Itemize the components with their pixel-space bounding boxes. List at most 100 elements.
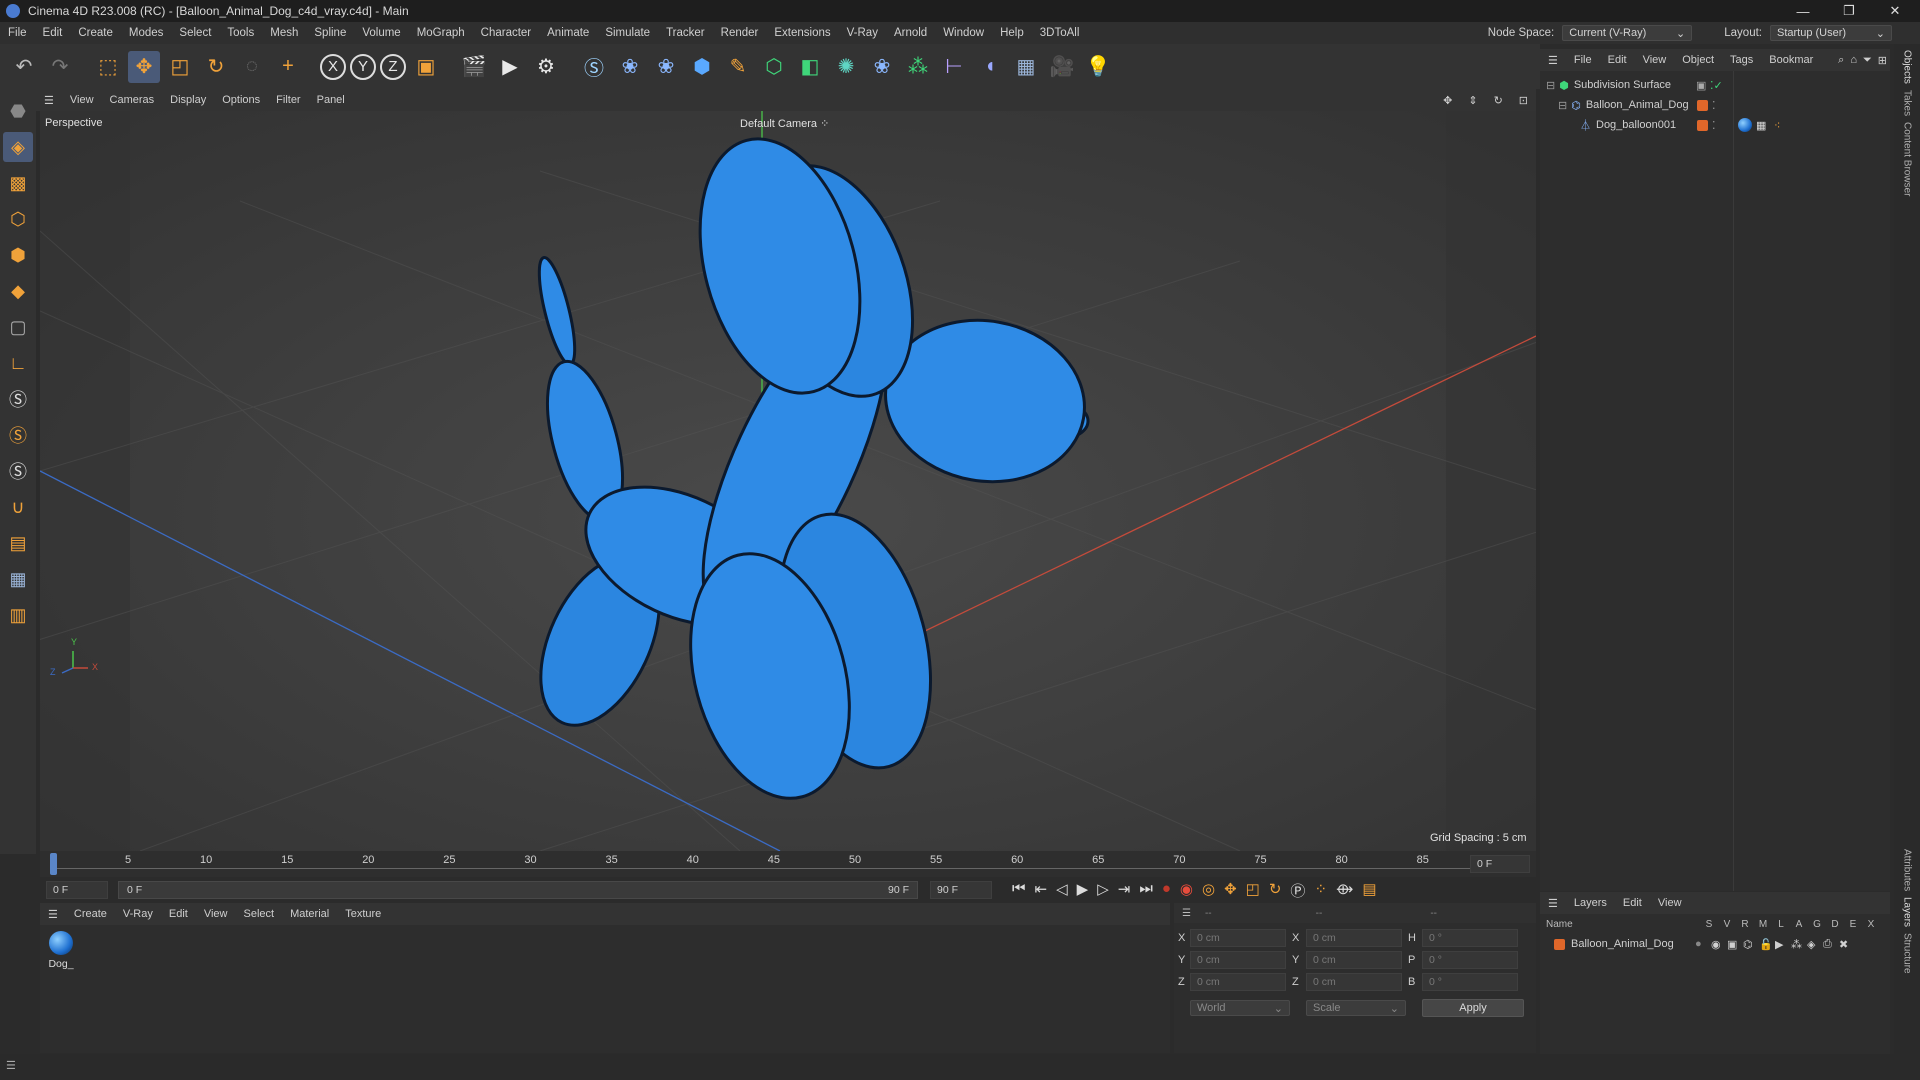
coordinate-space-dropdown[interactable]: World ⌄	[1190, 1000, 1290, 1016]
key-param-icon[interactable]: Ⓟ	[1290, 880, 1305, 900]
y-axis-lock-icon[interactable]: Y	[350, 53, 376, 80]
object-row[interactable]: ⊟ ⌬ Balloon_Animal_Dog ⁚	[1540, 95, 1890, 115]
menu-spline[interactable]: Spline	[306, 27, 354, 39]
hamburger-menu-icon[interactable]: ☰	[1540, 54, 1566, 67]
preview-range-slider[interactable]: 0 F 90 F	[118, 881, 918, 899]
menu-window[interactable]: Window	[935, 27, 992, 39]
model-mode-icon[interactable]: ◈	[3, 132, 33, 162]
python-script-icon[interactable]: ❀	[614, 51, 646, 83]
transfer-tool-icon[interactable]: +	[272, 51, 304, 83]
material-menu-material[interactable]: Material	[282, 908, 337, 920]
visibility-dots-icon[interactable]: ⁚	[1712, 99, 1716, 112]
edges-mode-icon[interactable]: ⬢	[3, 240, 33, 270]
object-menu-edit[interactable]: Edit	[1600, 54, 1635, 66]
go-to-end-icon[interactable]: ⏭	[1139, 880, 1153, 900]
viewport-menu-filter[interactable]: Filter	[268, 94, 308, 106]
object-menu-object[interactable]: Object	[1674, 54, 1722, 66]
menu-tools[interactable]: Tools	[219, 27, 262, 39]
visibility-dots-icon[interactable]: ⁚	[1712, 119, 1716, 132]
axis-mode-icon[interactable]: ∟	[3, 348, 33, 378]
menu-vray[interactable]: V-Ray	[839, 27, 886, 39]
deformers-toggle-icon[interactable]: ◈	[1807, 938, 1823, 951]
extrude-icon[interactable]: ◧	[794, 51, 826, 83]
points-mode-icon[interactable]: ⬡	[3, 204, 33, 234]
tab-content-browser[interactable]: Content Browser	[1902, 122, 1913, 196]
render-view-icon[interactable]: 🎬	[458, 51, 490, 83]
viewport-menu-display[interactable]: Display	[162, 94, 214, 106]
material-menu-create[interactable]: Create	[66, 908, 115, 920]
object-menu-file[interactable]: File	[1566, 54, 1600, 66]
filter-icon[interactable]: ⏷	[1860, 54, 1875, 67]
deformer-icon[interactable]: ⊢	[938, 51, 970, 83]
object-row[interactable]: ⏃ Dog_balloon001 ⁚ ▦ ⁖	[1540, 115, 1890, 135]
keyframe-selection-icon[interactable]: ◎	[1202, 880, 1215, 900]
object-row[interactable]: ⊟ ⬢ Subdivision Surface ▣ ⁚✓	[1540, 75, 1890, 95]
recent-tools-icon[interactable]: ◌	[236, 51, 268, 83]
menu-volume[interactable]: Volume	[354, 27, 408, 39]
new-window-icon[interactable]: ⊞	[1875, 54, 1890, 67]
position-z-field[interactable]: 0 cm	[1190, 973, 1286, 991]
size-z-field[interactable]: 0 cm	[1306, 973, 1402, 991]
rotation-p-field[interactable]: 0 °	[1422, 951, 1518, 969]
locked-workplane-icon[interactable]: ▥	[3, 600, 33, 630]
hamburger-menu-icon[interactable]: ☰	[1182, 908, 1191, 919]
move-tool-icon[interactable]: ✥	[128, 50, 160, 83]
record-active-icon[interactable]: ●	[1162, 880, 1171, 900]
rotation-h-field[interactable]: 0 °	[1422, 929, 1518, 947]
camera-label[interactable]: Default Camera ⁘	[740, 117, 829, 130]
phong-tag-icon[interactable]: ⁖	[1774, 119, 1780, 132]
3d-viewport[interactable]: Perspective Default Camera ⁘ Grid Spacin…	[40, 111, 1536, 851]
uvw-tag-icon[interactable]: ▦	[1756, 119, 1766, 132]
menu-edit[interactable]: Edit	[35, 27, 71, 39]
python-generator-icon[interactable]: ❀	[866, 51, 898, 83]
light-icon[interactable]: 💡	[1082, 51, 1114, 83]
undo-icon[interactable]: ↶	[8, 51, 40, 83]
menu-select[interactable]: Select	[171, 27, 219, 39]
viewport-menu-view[interactable]: View	[62, 94, 102, 106]
size-y-field[interactable]: 0 cm	[1306, 951, 1402, 969]
render-picture-viewer-icon[interactable]: ▶	[494, 51, 526, 83]
collapse-icon[interactable]: ⊟	[1558, 99, 1567, 112]
camera-icon[interactable]: 🎥	[1046, 51, 1078, 83]
layer-menu-view[interactable]: View	[1650, 897, 1690, 909]
material-menu-texture[interactable]: Texture	[337, 908, 389, 920]
grid-icon[interactable]: ▦	[3, 564, 33, 594]
z-axis-lock-icon[interactable]: Z	[380, 53, 406, 80]
cloner-icon[interactable]: ✺	[830, 51, 862, 83]
menu-help[interactable]: Help	[992, 27, 1032, 39]
coordinate-system-icon[interactable]: ▣	[410, 51, 442, 83]
menu-render[interactable]: Render	[713, 27, 767, 39]
uv-mode-icon[interactable]: ▢	[3, 312, 33, 342]
maximize-view-icon[interactable]: ⊡	[1511, 94, 1536, 107]
pan-view-icon[interactable]: ✥	[1435, 94, 1460, 107]
mograph-icon[interactable]: ⁂	[902, 51, 934, 83]
restore-button[interactable]: ❐	[1826, 0, 1872, 22]
tab-attributes[interactable]: Attributes	[1902, 849, 1913, 891]
render-settings-icon[interactable]: ⚙	[530, 51, 562, 83]
layer-color-swatch[interactable]	[1697, 99, 1708, 111]
next-frame-icon[interactable]: ▷	[1097, 880, 1109, 900]
viewport-menu-cameras[interactable]: Cameras	[102, 94, 163, 106]
polygons-mode-icon[interactable]: ◆	[3, 276, 33, 306]
position-x-field[interactable]: 0 cm	[1190, 929, 1286, 947]
size-x-field[interactable]: 0 cm	[1306, 929, 1402, 947]
layer-menu-layers[interactable]: Layers	[1566, 897, 1615, 909]
redo-icon[interactable]: ↷	[44, 51, 76, 83]
material-tag-icon[interactable]	[1738, 118, 1752, 132]
key-position-icon[interactable]: ✥	[1224, 880, 1237, 900]
next-key-icon[interactable]: ⇥	[1118, 880, 1131, 900]
layer-color-swatch[interactable]	[1697, 119, 1708, 131]
start-frame-field[interactable]: 0 F	[46, 881, 108, 899]
animation-toggle-icon[interactable]: ▶	[1775, 938, 1791, 951]
material-menu-view[interactable]: View	[196, 908, 236, 920]
playhead[interactable]	[50, 853, 57, 875]
layout-dropdown[interactable]: Startup (User) ⌄	[1770, 25, 1892, 41]
rotate-tool-icon[interactable]: ↻	[200, 51, 232, 83]
tab-takes[interactable]: Takes	[1902, 90, 1913, 116]
material-menu-select[interactable]: Select	[236, 908, 283, 920]
tab-structure[interactable]: Structure	[1902, 933, 1913, 974]
key-scale-icon[interactable]: ◰	[1246, 880, 1260, 900]
vray-icon[interactable]: Ⓢ	[578, 51, 610, 83]
generators-toggle-icon[interactable]: ⁂	[1791, 938, 1807, 951]
home-icon[interactable]: ⌂	[1847, 54, 1860, 66]
